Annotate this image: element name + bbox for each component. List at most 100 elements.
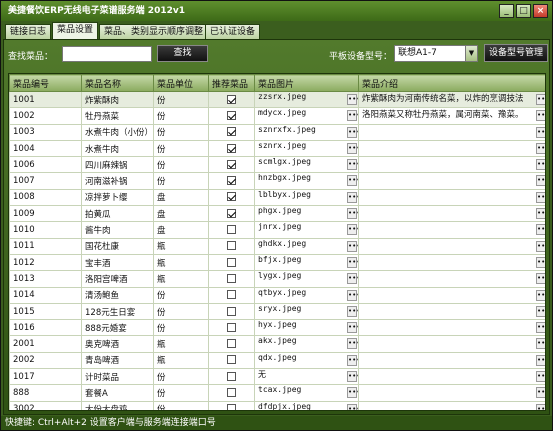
cell-recommended[interactable] [208,253,255,272]
browse-image-button[interactable]: ••• [347,273,358,285]
cell-dish-id[interactable]: 1002 [9,107,82,125]
cell-dish-name[interactable]: 大份大盘鸡 [81,400,154,410]
edit-intro-button[interactable]: ••• [536,322,545,334]
cell-dish-image[interactable]: scmlgx.jpeg ••• [254,156,359,174]
cell-recommended[interactable] [208,286,255,304]
cell-dish-intro[interactable]: ••• [358,302,545,321]
cell-dish-name[interactable]: 128元生日宴 [81,302,154,321]
browse-image-button[interactable]: ••• [347,322,358,334]
table-row[interactable]: 1008凉拌萝卜缨盘 lblbyx.jpeg ••• ••• [9,188,545,207]
recommended-checkbox[interactable] [227,339,236,349]
cell-dish-name[interactable]: 牡丹燕菜 [81,107,154,125]
recommended-checkbox[interactable] [227,176,236,186]
browse-image-button[interactable]: ••• [347,338,358,350]
edit-intro-button[interactable]: ••• [536,110,545,122]
table-row[interactable]: 1017计时菜品份 无 ••• ••• [9,368,545,386]
recommended-checkbox[interactable] [227,273,236,283]
cell-recommended[interactable] [208,368,255,386]
browse-image-button[interactable]: ••• [347,126,358,138]
edit-intro-button[interactable]: ••• [536,305,545,317]
device-model-select[interactable]: 联想A1-7 ▼ [394,45,478,62]
cell-dish-id[interactable]: 1004 [9,139,82,158]
edit-intro-button[interactable]: ••• [536,159,545,171]
cell-dish-image[interactable]: sznrx.jpeg ••• [254,139,359,158]
cell-dish-unit[interactable]: 盘 [153,205,209,223]
cell-dish-id[interactable]: 1016 [9,319,82,337]
cell-dish-unit[interactable]: 份 [153,156,209,174]
browse-image-button[interactable]: ••• [347,191,358,203]
cell-dish-image[interactable]: mdycx.jpeg ••• [254,107,359,125]
table-row[interactable]: 2002青岛啤酒瓶 qdx.jpeg ••• ••• [9,351,545,370]
cell-dish-id[interactable]: 1014 [9,286,82,304]
dish-table[interactable]: 菜品编号 菜品名称 菜品单位 推荐菜品 菜品图片 菜品介绍 1001 炸紫酥肉份 z… [8,73,546,411]
cell-dish-id[interactable]: 1008 [9,188,82,207]
cell-dish-unit[interactable]: 份 [153,400,209,410]
cell-dish-name[interactable]: 四川麻辣锅 [81,156,154,174]
cell-dish-id[interactable]: 1001 [9,90,82,109]
cell-dish-name[interactable]: 国花杜康 [81,237,154,255]
edit-intro-button[interactable]: ••• [536,126,545,138]
browse-image-button[interactable]: ••• [347,289,358,301]
edit-intro-button[interactable]: ••• [536,289,545,301]
cell-dish-image[interactable]: hnzbgx.jpeg ••• [254,172,359,190]
edit-intro-button[interactable]: ••• [536,387,545,399]
cell-dish-intro[interactable]: ••• [358,221,545,239]
cell-dish-intro[interactable]: 炸紫酥肉为河南传统名菜，以炸的烹调技法 ••• [358,90,545,109]
recommended-checkbox[interactable] [227,290,236,300]
cell-recommended[interactable] [208,172,255,190]
cell-dish-name[interactable]: 河南滋补锅 [81,172,154,190]
cell-dish-intro[interactable]: ••• [358,384,545,402]
table-row[interactable]: 888套餐A份 tcax.jpeg ••• ••• [9,384,545,402]
table-row[interactable]: 1014清汤鲍鱼份 qtbyx.jpeg ••• ••• [9,286,545,304]
cell-dish-name[interactable]: 水煮牛肉（小份） [81,123,154,141]
cell-recommended[interactable] [208,400,255,410]
search-button[interactable]: 查找 [157,45,208,62]
chevron-down-icon[interactable]: ▼ [465,46,477,61]
recommended-checkbox[interactable] [227,355,236,365]
cell-dish-intro[interactable]: ••• [358,319,545,337]
table-row[interactable]: 1016888元婚宴份 hyx.jpeg ••• ••• [9,319,545,337]
cell-dish-unit[interactable]: 份 [153,123,209,141]
cell-recommended[interactable] [208,123,255,141]
cell-dish-unit[interactable]: 瓶 [153,351,209,370]
col-header-name[interactable]: 菜品名称 [81,74,154,92]
cell-dish-image[interactable]: hyx.jpeg ••• [254,319,359,337]
cell-dish-unit[interactable]: 份 [153,302,209,321]
cell-dish-name[interactable]: 奥克啤酒 [81,335,154,353]
cell-dish-id[interactable]: 1013 [9,270,82,288]
cell-dish-image[interactable]: bfjx.jpeg ••• [254,253,359,272]
cell-dish-intro[interactable]: ••• [358,335,545,353]
browse-image-button[interactable]: ••• [347,94,358,105]
cell-dish-id[interactable]: 2002 [9,351,82,370]
search-input[interactable] [62,46,152,62]
tab-authenticated-devices[interactable]: 已认证设备 [205,24,261,39]
col-header-image[interactable]: 菜品图片 [254,74,359,92]
cell-dish-intro[interactable]: ••• [358,237,545,255]
cell-dish-id[interactable]: 1011 [9,237,82,255]
cell-dish-unit[interactable]: 盘 [153,221,209,239]
cell-dish-unit[interactable]: 瓶 [153,237,209,255]
edit-intro-button[interactable]: ••• [536,403,545,410]
cell-dish-id[interactable]: 2001 [9,335,82,353]
edit-intro-button[interactable]: ••• [536,354,545,366]
recommended-checkbox[interactable] [227,306,236,316]
cell-dish-image[interactable]: sznrxfx.jpeg ••• [254,123,359,141]
table-row[interactable]: 1001炸紫酥肉份zzsrx.jpeg•••炸紫酥肉为河南传统名菜，以炸的烹调技… [9,90,545,109]
cell-dish-unit[interactable]: 盘 [153,188,209,207]
table-row[interactable]: 1015128元生日宴份 sryx.jpeg ••• ••• [9,302,545,321]
cell-dish-intro[interactable]: ••• [358,270,545,288]
cell-dish-unit[interactable]: 份 [153,172,209,190]
edit-intro-button[interactable]: ••• [536,208,545,220]
browse-image-button[interactable]: ••• [347,208,358,220]
recommended-checkbox[interactable] [227,404,236,410]
browse-image-button[interactable]: ••• [347,159,358,171]
edit-intro-button[interactable]: ••• [536,94,545,105]
table-row[interactable]: 3002大份大盘鸡份 dfdpjx.jpeg ••• ••• [9,400,545,410]
maximize-button[interactable]: □ [516,4,531,18]
cell-dish-image[interactable]: tcax.jpeg ••• [254,384,359,402]
cell-recommended[interactable] [208,156,255,174]
cell-dish-intro[interactable]: ••• [358,156,545,174]
table-row[interactable]: 1011国花杜康瓶 ghdkx.jpeg ••• ••• [9,237,545,255]
cell-recommended[interactable] [208,90,255,109]
browse-image-button[interactable]: ••• [347,305,358,317]
